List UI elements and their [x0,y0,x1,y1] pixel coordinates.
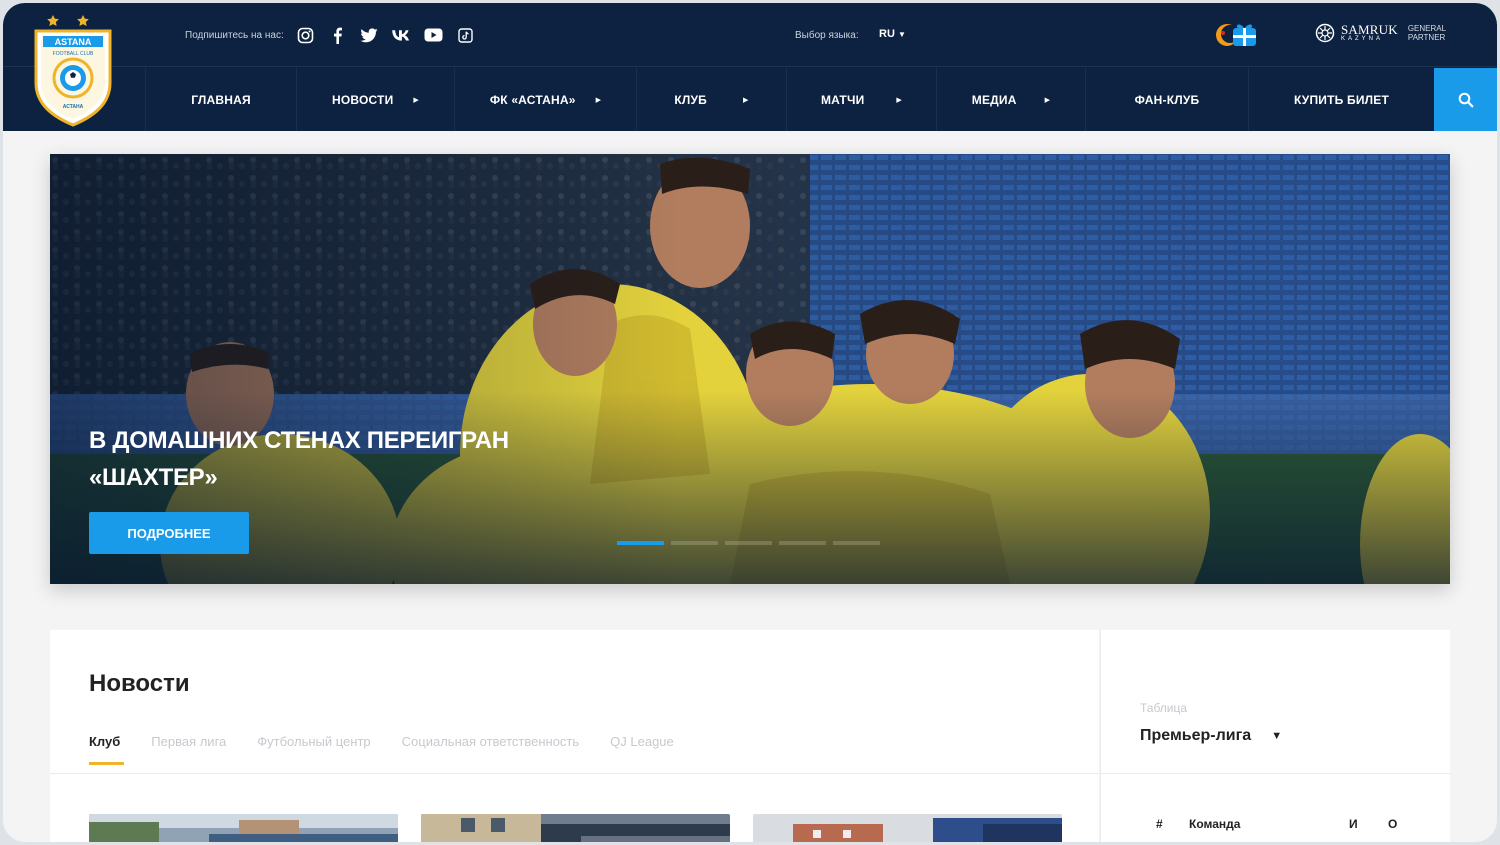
vk-icon[interactable] [391,25,411,45]
browser-frame: Подпишитесь на нас: Выбор языка: RU ▼ SA… [3,3,1497,842]
caret-right-icon: ▶ [595,96,602,104]
tab-football-center[interactable]: Футбольный центр [257,734,370,765]
nav-label: НОВОСТИ [331,92,394,107]
slider-dot[interactable] [725,541,772,545]
caret-down-icon: ▼ [1271,730,1283,742]
caret-right-icon: ▶ [896,96,903,104]
nav-item-fan-club[interactable]: ФАН-КЛУБ [1085,68,1248,131]
tab-club[interactable]: Клуб [89,734,125,765]
chevron-down-icon: ▼ [897,30,906,39]
news-heading: Новости [89,670,190,697]
news-section: Новости Клуб Первая лига Футбольный цент… [50,630,1099,842]
nav-item-buy-ticket[interactable]: КУПИТЬ БИЛЕТ [1248,68,1434,131]
tab-qj-league[interactable]: QJ League [610,734,674,765]
news-card-image[interactable] [421,814,730,842]
nav-label: ФАН-КЛУБ [1134,92,1200,107]
partner-tag-line1: GENERAL [1407,24,1447,33]
gift-promo-icon[interactable] [1213,20,1261,50]
divider [50,773,1099,774]
news-card-image[interactable] [89,814,398,842]
header-topbar: Подпишитесь на нас: Выбор языка: RU ▼ SA… [3,3,1497,67]
nav-label: МАТЧИ [820,92,865,107]
social-links [295,25,475,45]
slider-dot[interactable] [671,541,718,545]
column-header-team: Команда [1189,817,1241,831]
column-header-games: И [1349,817,1358,831]
nav-item-media[interactable]: МЕДИА ▶ [936,68,1085,131]
divider [1101,773,1451,774]
slider-dot[interactable] [617,541,664,545]
standings-label: Таблица [1140,701,1188,715]
language-label: Выбор языка: [795,30,859,41]
partner-name: SAMRUK [1341,22,1398,37]
slider-pagination [617,541,880,545]
news-tabs: Клуб Первая лига Футбольный центр Социал… [89,734,674,765]
nav-label: КЛУБ [674,92,708,107]
nav-item-fc-astana[interactable]: ФК «АСТАНА» ▶ [454,68,636,131]
club-logo[interactable]: ASTANA FOOTBALL CLUB АСТАНА [31,9,115,129]
nav-label: МЕДИА [971,92,1017,107]
hero-slider[interactable]: В ДОМАШНИХ СТЕНАХ ПЕРЕИГРАН «ШАХТЕР» ПОД… [50,154,1450,584]
logo-text-mid: FOOTBALL CLUB [53,51,94,57]
tiktok-icon[interactable] [455,25,475,45]
general-partner-logo[interactable]: SAMRUK KAZYNA GENERAL PARTNER [1315,23,1446,43]
slider-dot[interactable] [779,541,826,545]
nav-label: ФК «АСТАНА» [489,92,576,107]
column-header-points: О [1388,817,1398,831]
league-selector[interactable]: Премьер-лига ▼ [1140,727,1282,745]
league-value: Премьер-лига [1140,727,1252,744]
youtube-icon[interactable] [423,25,443,45]
logo-text-top: ASTANA [55,37,92,47]
news-thumbnails [89,814,1062,842]
nav-label: ГЛАВНАЯ [191,92,251,107]
instagram-icon[interactable] [295,25,315,45]
logo-text-bottom: АСТАНА [63,104,84,110]
search-icon [1458,92,1473,107]
language-value: RU [879,28,895,40]
twitter-icon[interactable] [359,25,379,45]
caret-right-icon: ▶ [1044,96,1051,104]
search-button[interactable] [1434,68,1497,131]
subscribe-label: Подпишитесь на нас: [185,30,284,41]
standings-card: Таблица Премьер-лига ▼ # Команда И О [1100,630,1451,842]
slider-dot[interactable] [833,541,880,545]
hero-title-line1: В ДОМАШНИХ СТЕНАХ ПЕРЕИГРАН [89,427,509,454]
caret-right-icon: ▶ [743,96,749,104]
column-header-rank: # [1156,817,1163,831]
hero-title: В ДОМАШНИХ СТЕНАХ ПЕРЕИГРАН «ШАХТЕР» [89,422,569,496]
site-header: Подпишитесь на нас: Выбор языка: RU ▼ SA… [3,3,1497,131]
language-selector[interactable]: RU ▼ [879,28,906,40]
nav-item-matches[interactable]: МАТЧИ ▶ [786,68,936,131]
nav-item-club[interactable]: КЛУБ ▶ [636,68,786,131]
hero-title-line2: «ШАХТЕР» [89,464,218,491]
news-card-image[interactable] [753,814,1062,842]
partner-tag-line2: PARTNER [1407,33,1446,42]
hero-photo [50,154,1450,584]
caret-right-icon: ▶ [413,96,420,104]
nav-label: КУПИТЬ БИЛЕТ [1293,92,1390,107]
main-nav: ГЛАВНАЯ НОВОСТИ ▶ ФК «АСТАНА» ▶ КЛУБ ▶ МАТЧ… [145,68,1434,131]
nav-item-news[interactable]: НОВОСТИ ▶ [296,68,454,131]
facebook-icon[interactable] [327,25,347,45]
hero-more-button[interactable]: ПОДРОБНЕЕ [89,512,249,554]
nav-item-home[interactable]: ГЛАВНАЯ [145,68,296,131]
samruk-emblem-icon [1315,23,1335,43]
tab-first-league[interactable]: Первая лига [151,734,226,765]
tab-social-responsibility[interactable]: Социальная ответственность [402,734,580,765]
